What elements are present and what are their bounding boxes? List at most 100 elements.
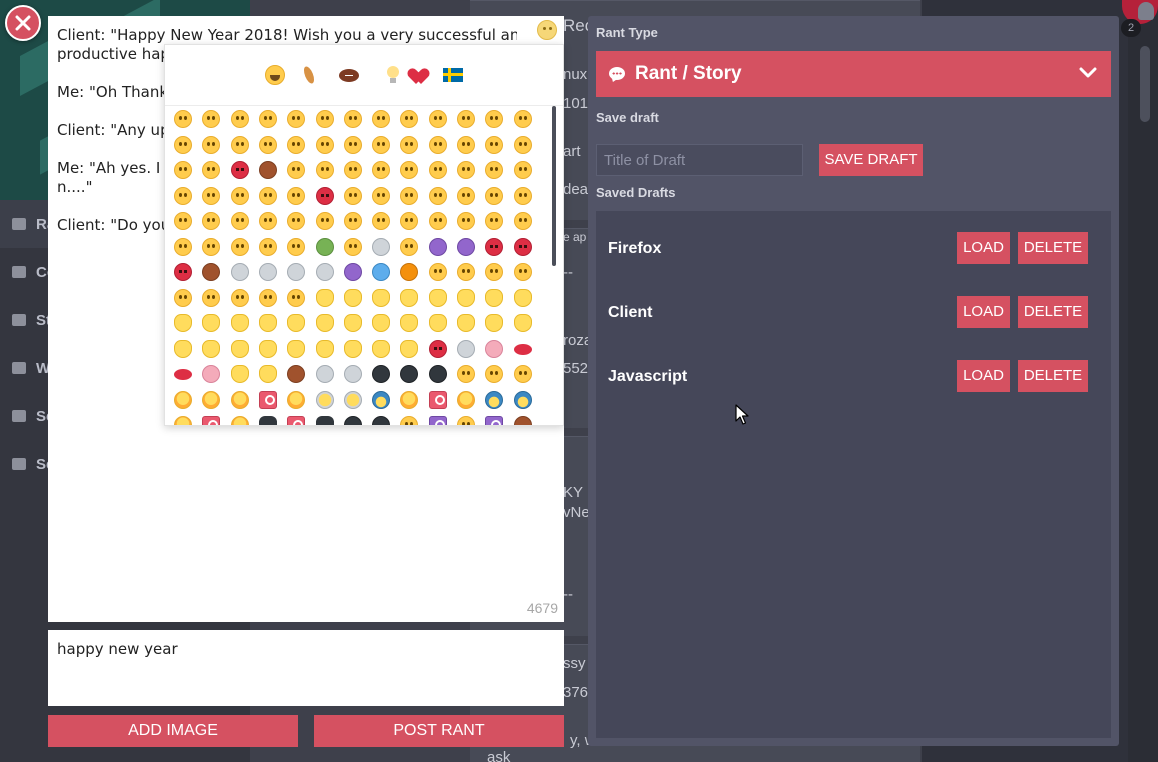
emoji-face-icon[interactable] (513, 186, 532, 205)
emoji-hand-icon[interactable] (400, 339, 419, 358)
emoji-face-icon[interactable] (258, 186, 277, 205)
emoji-face-icon[interactable] (258, 212, 277, 230)
emoji-hand-icon[interactable] (513, 288, 532, 307)
emoji-gray-icon[interactable] (315, 365, 334, 383)
emoji-face-icon[interactable] (174, 135, 192, 154)
emoji-face-icon[interactable] (457, 161, 475, 179)
emoji-police-icon[interactable] (372, 390, 391, 409)
add-image-button[interactable]: ADD IMAGE (48, 715, 298, 747)
emoji-face-icon[interactable] (428, 186, 447, 205)
emoji-brown-icon[interactable] (513, 416, 532, 425)
emoji-green-icon[interactable] (315, 237, 334, 256)
emoji-face-icon[interactable] (315, 135, 334, 154)
emoji-face-icon[interactable] (230, 135, 249, 154)
emoji-face-icon[interactable] (485, 365, 504, 383)
emoji-dark-icon[interactable] (372, 416, 391, 425)
emoji-face-icon[interactable] (315, 212, 334, 230)
emoji-dark-icon[interactable] (372, 365, 391, 383)
emoji-hand-icon[interactable] (372, 314, 391, 332)
emoji-face-icon[interactable] (343, 186, 362, 205)
emoji-purple-icon[interactable] (457, 237, 475, 256)
emoji-person-icon[interactable] (174, 416, 192, 425)
emoji-face-icon[interactable] (287, 161, 306, 179)
emoji-face-icon[interactable] (202, 237, 221, 256)
emoji-hand-icon[interactable] (258, 339, 277, 358)
emoji-hand-icon[interactable] (485, 314, 504, 332)
emoji-hand-icon[interactable] (287, 339, 306, 358)
emoji-purple-icon[interactable] (428, 237, 447, 256)
emoji-face-icon[interactable] (202, 288, 221, 307)
emoji-face-icon[interactable] (230, 110, 249, 128)
emoji-person-icon[interactable] (287, 390, 306, 409)
emoji-person-icon[interactable] (457, 390, 475, 409)
emoji-hand-icon[interactable] (315, 339, 334, 358)
load-draft-button[interactable]: LOAD (957, 232, 1010, 264)
emoji-face-icon[interactable] (457, 135, 475, 154)
emoji-face-icon[interactable] (513, 161, 532, 179)
emoji-red-icon[interactable] (174, 263, 192, 281)
emoji-face-icon[interactable] (400, 161, 419, 179)
emoji-gray-icon[interactable] (287, 263, 306, 281)
emoji-face-icon[interactable] (287, 110, 306, 128)
emoji-face-icon[interactable] (485, 110, 504, 128)
delete-draft-button[interactable]: DELETE (1018, 296, 1088, 328)
emoji-face-icon[interactable] (174, 212, 192, 230)
emoji-face-icon[interactable] (202, 110, 221, 128)
emoji-face-icon[interactable] (174, 237, 192, 256)
emoji-face-icon[interactable] (485, 212, 504, 230)
emoji-hand-icon[interactable] (400, 314, 419, 332)
emoji-dark-icon[interactable] (400, 365, 419, 383)
emoji-brown-icon[interactable] (287, 365, 306, 383)
emoji-hand-icon[interactable] (428, 314, 447, 332)
emoji-police-icon[interactable] (485, 390, 504, 409)
emoji-face-icon[interactable] (400, 135, 419, 154)
emoji-hand-icon[interactable] (343, 339, 362, 358)
emoji-sign-icon[interactable] (258, 390, 277, 409)
emoji-hand-icon[interactable] (202, 314, 221, 332)
emoji-hand-icon[interactable] (457, 288, 475, 307)
emoji-face-icon[interactable] (485, 161, 504, 179)
emoji-hand-icon[interactable] (230, 314, 249, 332)
emoji-face-icon[interactable] (457, 110, 475, 128)
delete-draft-button[interactable]: DELETE (1018, 232, 1088, 264)
emoji-face-icon[interactable] (428, 135, 447, 154)
emoji-gray-icon[interactable] (315, 263, 334, 281)
emoji-gray-icon[interactable] (372, 237, 391, 256)
emoji-face-icon[interactable] (287, 237, 306, 256)
emoji-brown-icon[interactable] (258, 161, 277, 179)
emoji-gray-icon[interactable] (258, 263, 277, 281)
football-category-icon[interactable] (339, 69, 359, 82)
emoji-face-icon[interactable] (230, 186, 249, 205)
flag-category-icon[interactable] (443, 68, 463, 82)
emoji-red-icon[interactable] (315, 186, 334, 205)
emoji-face-icon[interactable] (372, 135, 391, 154)
emoji-face-icon[interactable] (202, 135, 221, 154)
emoji-hand-icon[interactable] (315, 314, 334, 332)
emoji-lips-icon[interactable] (513, 343, 532, 355)
post-rant-button[interactable]: POST RANT (314, 715, 564, 747)
emoji-face-icon[interactable] (457, 416, 475, 425)
emoji-guard-icon[interactable] (258, 416, 277, 425)
emoji-hand-icon[interactable] (372, 339, 391, 358)
emoji-orange-icon[interactable] (400, 263, 419, 281)
emoji-face-icon[interactable] (315, 110, 334, 128)
lightbulb-category-icon[interactable] (383, 65, 403, 85)
emoji-hand-icon[interactable] (400, 288, 419, 307)
rant-tags-field[interactable]: happy new year (48, 630, 564, 706)
emoji-blue-icon[interactable] (372, 263, 391, 281)
emoji-lips-icon[interactable] (174, 369, 192, 380)
emoji-face-icon[interactable] (372, 212, 391, 230)
emoji-brown-icon[interactable] (202, 263, 221, 281)
emoji-face-icon[interactable] (202, 161, 221, 179)
emoji-face-icon[interactable] (258, 110, 277, 128)
nature-category-icon[interactable] (299, 65, 319, 85)
emoji-person-icon[interactable] (230, 416, 249, 425)
emoji-dark-icon[interactable] (343, 416, 362, 425)
emoji-face-icon[interactable] (315, 161, 334, 179)
emoji-hand-icon[interactable] (230, 365, 249, 383)
emoji-face-icon[interactable] (457, 263, 475, 281)
emoji-sign-purp-icon[interactable] (485, 416, 504, 425)
emoji-hand-icon[interactable] (174, 339, 192, 358)
emoji-face-icon[interactable] (174, 161, 192, 179)
emoji-face-icon[interactable] (513, 110, 532, 128)
